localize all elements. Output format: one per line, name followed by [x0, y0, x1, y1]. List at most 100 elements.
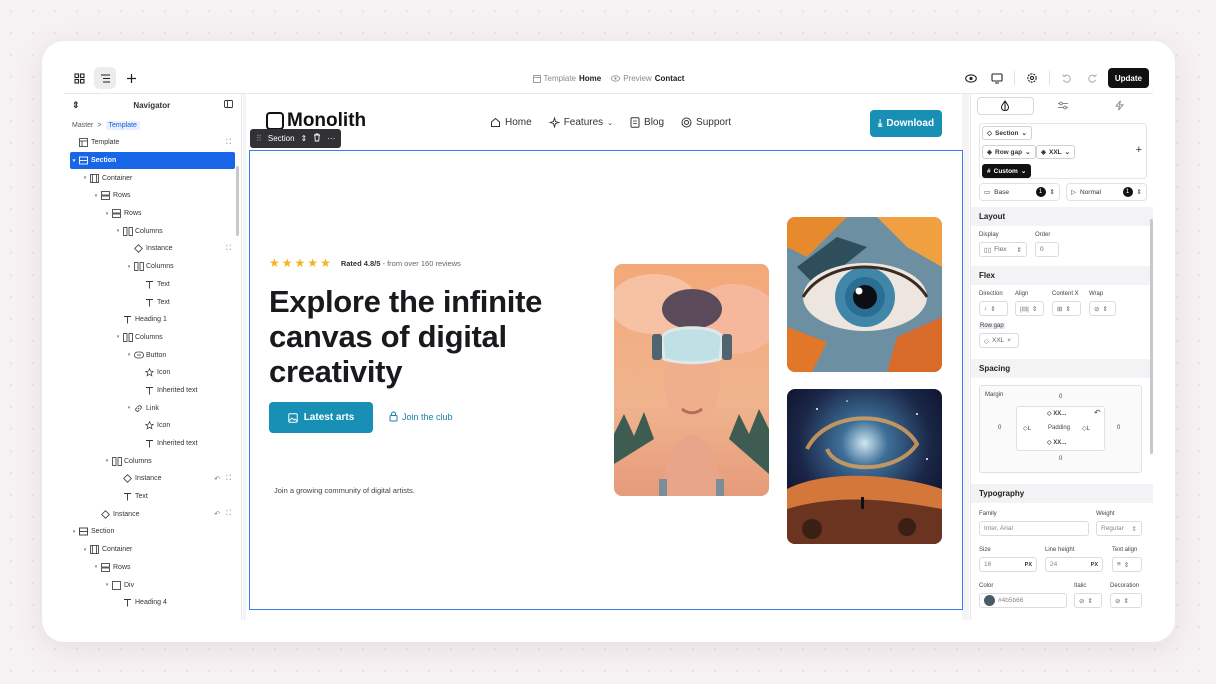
chevron-down-icon[interactable]: ▾: [70, 529, 78, 535]
template-selector[interactable]: Template Home: [532, 74, 601, 83]
padding-bottom-value[interactable]: ◇ XX...: [1047, 439, 1066, 446]
close-icon[interactable]: ×: [1007, 337, 1011, 344]
size-input[interactable]: 16 PX: [979, 557, 1037, 572]
align-select[interactable]: |⊟| ⇕: [1015, 301, 1044, 316]
chevron-down-icon[interactable]: ▾: [103, 458, 111, 464]
desktop-icon[interactable]: [986, 67, 1008, 89]
tree-row[interactable]: ▾ Columns: [64, 258, 241, 276]
navigator-toggle-icon[interactable]: [94, 67, 116, 89]
chevron-down-icon[interactable]: ▾: [70, 158, 78, 164]
breadcrumb-master[interactable]: Master: [72, 122, 93, 129]
reset-icon[interactable]: ↶: [214, 510, 220, 518]
flex-section-header[interactable]: Flex: [971, 266, 1153, 285]
chevron-down-icon[interactable]: ▾: [125, 264, 133, 270]
chip-custom[interactable]: # Custom ⌄: [982, 164, 1032, 178]
redo-icon[interactable]: [1082, 67, 1104, 89]
more-icon[interactable]: ···: [327, 134, 335, 143]
reset-icon[interactable]: ↶: [1094, 408, 1101, 417]
tree-row[interactable]: Instance ⛶: [64, 240, 241, 258]
focus-icon[interactable]: ⛶: [226, 139, 231, 147]
color-input[interactable]: #4b5b66: [979, 593, 1067, 608]
chevron-down-icon[interactable]: ▾: [125, 352, 133, 358]
section-toolbar-label[interactable]: Section: [268, 134, 295, 143]
margin-top-value[interactable]: 0: [1059, 394, 1062, 400]
padding-left-value[interactable]: ◇L: [1023, 425, 1031, 432]
focus-icon[interactable]: ⛶: [226, 510, 231, 518]
add-class-icon[interactable]: +: [1136, 144, 1142, 156]
tree-row[interactable]: Icon: [64, 417, 241, 435]
tree-row[interactable]: Instance ↶ ⛶: [64, 470, 241, 488]
chevron-down-icon[interactable]: ▾: [114, 228, 122, 234]
direction-select[interactable]: ↓ ⇕: [979, 301, 1008, 316]
chip-section[interactable]: ◇ Section ⌄: [982, 126, 1032, 140]
line-height-unit[interactable]: PX: [1091, 562, 1098, 568]
state-selector[interactable]: ▷ Normal 1 ⇕: [1066, 183, 1147, 201]
tab-settings[interactable]: [1036, 97, 1091, 115]
wrap-select[interactable]: ⊘ ⇕: [1089, 301, 1116, 316]
tab-style[interactable]: [977, 96, 1034, 115]
panel-toggle-icon[interactable]: [224, 100, 233, 110]
chevron-down-icon[interactable]: ▾: [103, 211, 111, 217]
latest-arts-button[interactable]: Latest arts: [269, 402, 373, 433]
tree-row[interactable]: ▾ Columns: [64, 452, 241, 470]
menu-support[interactable]: Support: [681, 117, 731, 128]
add-icon[interactable]: [120, 67, 142, 89]
spacing-section-header[interactable]: Spacing: [971, 359, 1153, 378]
reset-icon[interactable]: ↶: [214, 475, 220, 483]
chevron-down-icon[interactable]: ▾: [103, 582, 111, 588]
tree-row[interactable]: Text: [64, 293, 241, 311]
text-align-select[interactable]: ≡ ⇕: [1112, 557, 1142, 572]
italic-select[interactable]: ⊘ ⇕: [1074, 593, 1102, 608]
menu-blog[interactable]: Blog: [630, 117, 664, 128]
preview-eye-icon[interactable]: [960, 67, 982, 89]
tree-row[interactable]: ▾ Div: [64, 576, 241, 594]
chip-row-gap[interactable]: ◈ Row gap ⌄: [982, 145, 1036, 159]
tree-row[interactable]: Heading 4: [64, 594, 241, 612]
margin-left-value[interactable]: 0: [998, 425, 1001, 431]
properties-scrollbar[interactable]: [1150, 219, 1153, 454]
tree-row[interactable]: Text: [64, 276, 241, 294]
sort-icon[interactable]: ⇕: [301, 134, 308, 143]
update-button[interactable]: Update: [1107, 68, 1149, 88]
tree-row[interactable]: Heading 1: [64, 311, 241, 329]
layout-section-header[interactable]: Layout: [971, 207, 1153, 226]
row-gap-token[interactable]: ◇ XXL ×: [979, 333, 1019, 348]
tree-row[interactable]: Instance ↶ ⛶: [64, 505, 241, 523]
line-height-input[interactable]: 24 PX: [1045, 557, 1103, 572]
order-input[interactable]: 0: [1035, 242, 1059, 257]
tree-row[interactable]: ▾ Link: [64, 399, 241, 417]
tree-row[interactable]: ▾ Columns: [64, 329, 241, 347]
margin-bottom-value[interactable]: 0: [1059, 456, 1062, 462]
menu-home[interactable]: Home: [490, 117, 532, 128]
tree-row[interactable]: ▾ Container: [64, 169, 241, 187]
typography-section-header[interactable]: Typography: [971, 484, 1153, 503]
weight-select[interactable]: Regular ⇕: [1096, 521, 1142, 536]
content-x-select[interactable]: ⊞ ⇕: [1052, 301, 1081, 316]
class-selector[interactable]: ◇ Section ⌄ ◈ Row gap ⌄ ◈ XXL ⌄ # Custom ⌄ +: [979, 123, 1147, 179]
tree-row[interactable]: ▾ Button: [64, 346, 241, 364]
decoration-select[interactable]: ⊘ ⇕: [1110, 593, 1142, 608]
chevron-down-icon[interactable]: ▾: [81, 175, 89, 181]
display-select[interactable]: ▯▯ Flex ⇕: [979, 242, 1027, 257]
tree-row[interactable]: ▾ Section: [70, 151, 235, 170]
padding-top-value[interactable]: ◇ XX...: [1047, 410, 1066, 417]
chevron-down-icon[interactable]: ▾: [81, 547, 89, 553]
tree-row[interactable]: Inherited text: [64, 382, 241, 400]
margin-right-value[interactable]: 0: [1117, 425, 1120, 431]
collapse-vertical-icon[interactable]: ⇕: [72, 100, 80, 111]
join-club-link[interactable]: Join the club: [389, 411, 453, 422]
tab-interactions[interactable]: [1092, 97, 1147, 115]
navigator-scrollbar[interactable]: [236, 166, 239, 236]
chevron-down-icon[interactable]: ▾: [92, 564, 100, 570]
tree-row[interactable]: ▾ Rows: [64, 205, 241, 223]
breakpoint-selector[interactable]: ▭ Base 1 ⇕: [979, 183, 1060, 201]
tree-row[interactable]: ▾ Rows: [64, 187, 241, 205]
color-swatch[interactable]: [984, 595, 995, 606]
tree-row[interactable]: ▾ Columns: [64, 222, 241, 240]
chip-xxl[interactable]: ◈ XXL ⌄: [1036, 145, 1076, 159]
chevron-down-icon[interactable]: ▾: [114, 334, 122, 340]
drag-handle-icon[interactable]: ⠿: [256, 134, 262, 143]
tree-row[interactable]: ▾ Section: [64, 523, 241, 541]
chevron-down-icon[interactable]: ▾: [125, 405, 133, 411]
tree-row[interactable]: Icon: [64, 364, 241, 382]
